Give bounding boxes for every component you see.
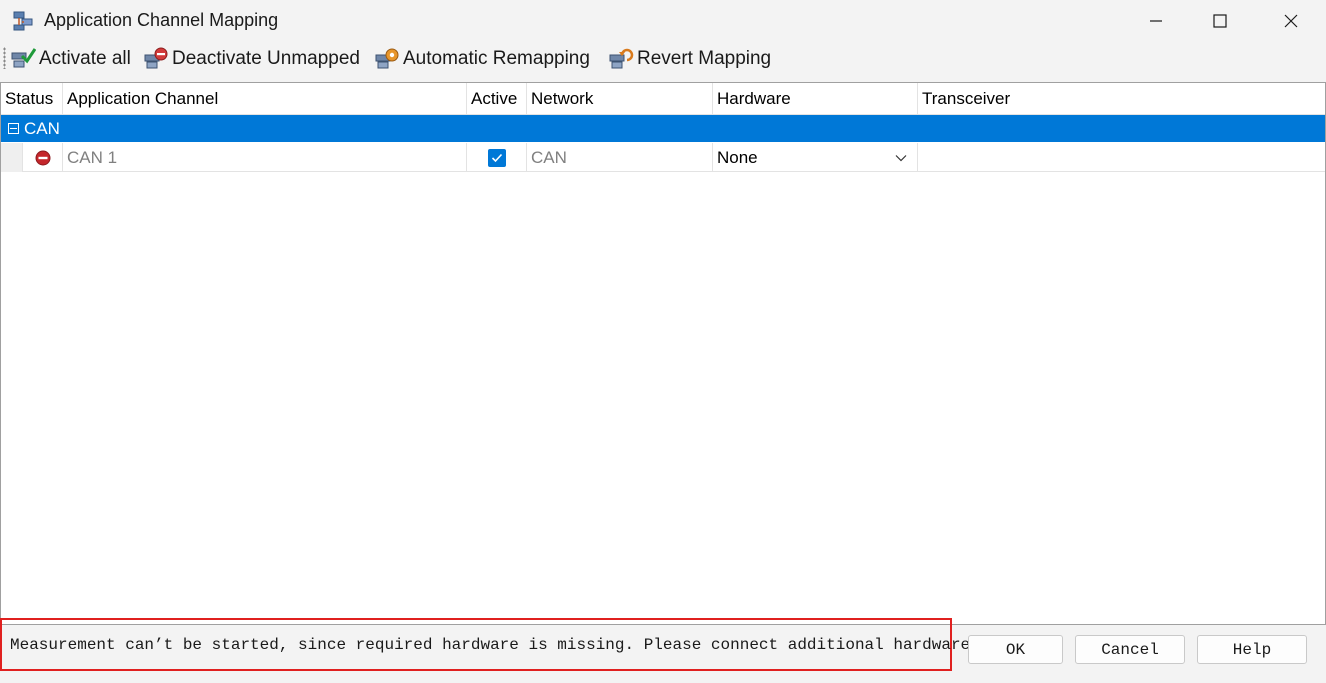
column-header-active[interactable]: Active <box>467 83 527 115</box>
grid-header: Status Application Channel Active Networ… <box>1 83 1325 115</box>
column-header-application-channel[interactable]: Application Channel <box>63 83 467 115</box>
status-message: Measurement can’t be started, since requ… <box>10 635 980 654</box>
revert-mapping-label: Revert Mapping <box>637 48 772 69</box>
transceiver-cell[interactable] <box>918 143 1325 172</box>
maximize-button[interactable] <box>1186 0 1254 42</box>
active-cell <box>467 143 527 172</box>
channel-mapping-icon <box>12 10 34 32</box>
hardware-selected-value: None <box>717 147 758 167</box>
automatic-remapping-icon <box>375 48 399 69</box>
column-header-status[interactable]: Status <box>1 83 63 115</box>
cancel-button[interactable]: Cancel <box>1075 635 1185 664</box>
activate-all-label: Activate all <box>39 48 131 69</box>
hardware-dropdown[interactable]: None <box>713 143 918 172</box>
column-header-transceiver[interactable]: Transceiver <box>918 83 1325 115</box>
no-entry-icon <box>35 150 50 165</box>
toolbar-grip[interactable] <box>3 47 6 69</box>
collapse-icon[interactable] <box>8 123 19 134</box>
close-button[interactable] <box>1257 0 1325 42</box>
status-cell <box>23 143 63 172</box>
column-header-network[interactable]: Network <box>527 83 713 115</box>
network-cell: CAN <box>527 143 713 172</box>
title-bar: Application Channel Mapping <box>0 0 1326 42</box>
revert-mapping-icon <box>609 48 634 69</box>
column-header-hardware[interactable]: Hardware <box>713 83 918 115</box>
group-row-can[interactable]: CAN <box>1 115 1325 142</box>
deactivate-unmapped-label: Deactivate Unmapped <box>172 48 360 69</box>
chevron-down-icon <box>895 154 907 161</box>
help-button[interactable]: Help <box>1197 635 1307 664</box>
status-message-box: Measurement can’t be started, since requ… <box>0 618 980 671</box>
row-indent <box>1 143 23 172</box>
deactivate-unmapped-button[interactable]: Deactivate Unmapped <box>143 45 360 73</box>
automatic-remapping-label: Automatic Remapping <box>403 48 590 69</box>
group-label: CAN <box>24 118 60 138</box>
window-title: Application Channel Mapping <box>44 10 279 30</box>
automatic-remapping-button[interactable]: Automatic Remapping <box>374 45 590 73</box>
revert-mapping-button[interactable]: Revert Mapping <box>608 45 771 73</box>
activate-all-icon <box>11 48 36 68</box>
minimize-button[interactable] <box>1122 0 1190 42</box>
deactivate-unmapped-icon <box>144 47 168 69</box>
table-row[interactable]: CAN 1 CAN None <box>1 143 1325 172</box>
maximize-icon <box>1213 14 1227 28</box>
close-icon <box>1284 14 1298 28</box>
minimize-icon <box>1150 20 1162 22</box>
channel-grid: Status Application Channel Active Networ… <box>0 82 1326 625</box>
ok-button[interactable]: OK <box>968 635 1063 664</box>
active-checkbox[interactable] <box>487 148 506 167</box>
application-channel-cell: CAN 1 <box>63 143 467 172</box>
checkmark-icon <box>491 153 502 162</box>
toolbar: Activate all Deactivate Unmapped Automat… <box>0 42 1326 76</box>
activate-all-button[interactable]: Activate all <box>10 45 131 73</box>
